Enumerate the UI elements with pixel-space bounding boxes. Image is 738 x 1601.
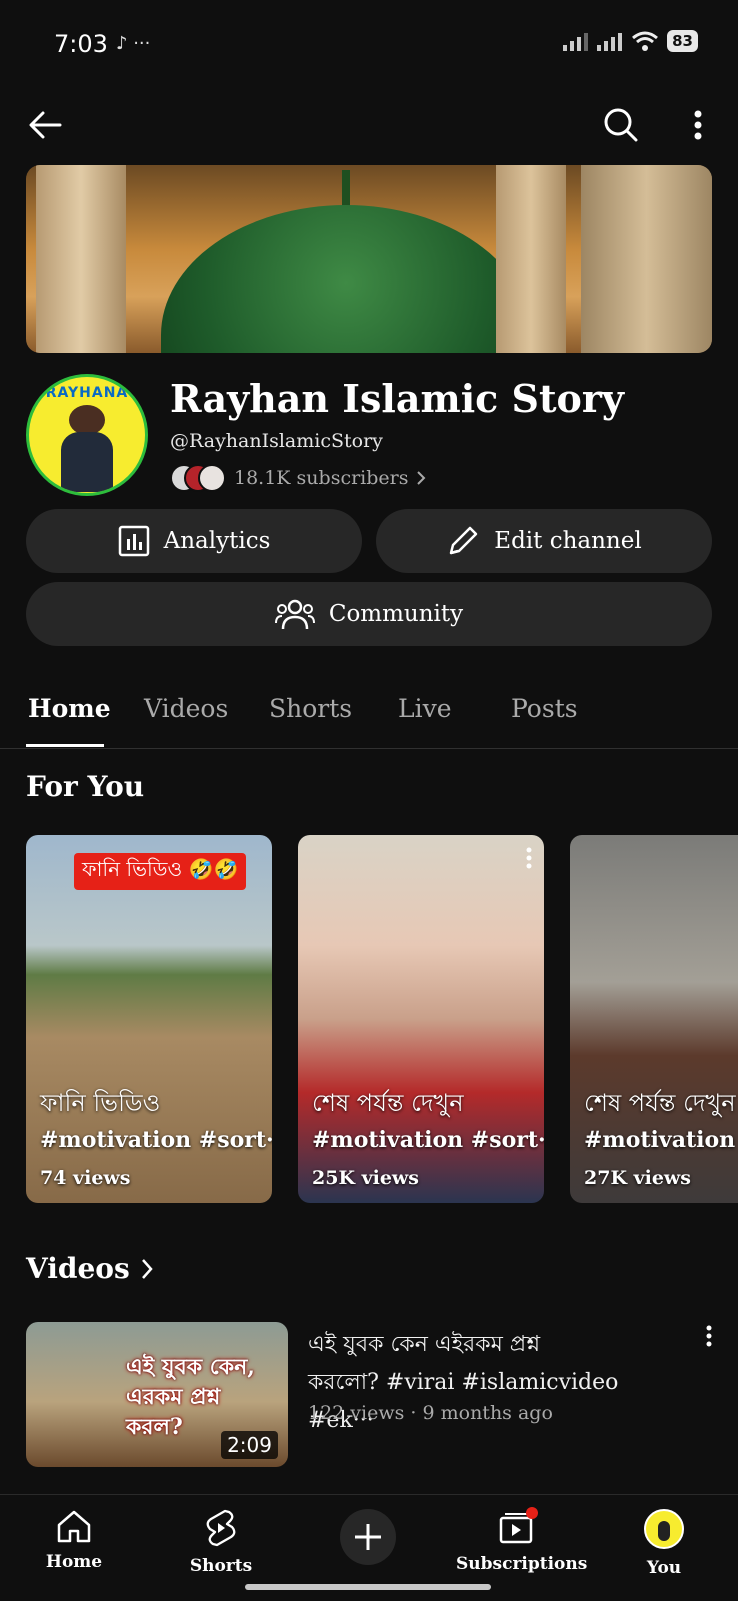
more-vert-icon[interactable]: [526, 847, 532, 869]
video-meta: 122 views · 9 months ago: [308, 1402, 553, 1424]
short-card[interactable]: শেষ পর্যন্ত দেখুন #motivation #sort··· 2…: [298, 835, 544, 1203]
videos-title: Videos: [26, 1252, 130, 1285]
pencil-icon: [450, 526, 478, 555]
arrow-left-icon: [29, 111, 62, 139]
short-title: শেষ পর্যন্ত দেখুন: [312, 1089, 464, 1117]
short-title: ফানি ভিডিও: [40, 1089, 161, 1117]
back-button[interactable]: [20, 100, 70, 150]
analytics-button[interactable]: Analytics: [26, 509, 362, 573]
nav-you[interactable]: You: [604, 1509, 724, 1578]
status-right: 83: [563, 30, 698, 52]
channel-handle: @RayhanIslamicStory: [170, 430, 383, 452]
short-views: 74 views: [40, 1167, 131, 1189]
notification-dot: [526, 1507, 538, 1519]
tab-shorts[interactable]: Shorts: [269, 694, 352, 723]
nav-subscriptions[interactable]: Subscriptions: [456, 1507, 587, 1574]
edit-channel-label: Edit channel: [494, 528, 642, 554]
top-bar: [0, 100, 738, 156]
status-bar: 7:03 ♪ ··· 83: [0, 0, 738, 90]
more-vert-icon: [706, 1325, 712, 1347]
tab-videos[interactable]: Videos: [144, 694, 228, 723]
short-badge: ফানি ভিডিও 🤣🤣: [74, 853, 247, 890]
chevron-right-icon: [141, 1258, 153, 1279]
you-avatar: [644, 1509, 684, 1549]
wifi-icon: [632, 31, 659, 51]
video-menu-button[interactable]: [706, 1325, 712, 1351]
plus-icon: [355, 1524, 381, 1550]
subscribers-link[interactable]: 18.1K subscribers: [170, 464, 426, 492]
short-tags: #motivation #sort···: [312, 1127, 544, 1153]
short-views: 25K views: [312, 1167, 419, 1189]
thumbnail-text: এই যুবক কেন, এরকম প্রশ্ন করল?: [126, 1354, 255, 1440]
tab-home[interactable]: Home: [28, 694, 111, 723]
channel-avatar[interactable]: RAYHANA: [26, 374, 148, 496]
for-you-title: For You: [26, 770, 145, 803]
chevron-right-icon: [417, 471, 426, 485]
signal-icon-2: [597, 33, 623, 51]
shorts-icon: [206, 1509, 236, 1547]
home-icon: [57, 1510, 91, 1543]
tab-live[interactable]: Live: [398, 694, 452, 723]
videos-section-link[interactable]: Videos: [26, 1252, 154, 1285]
search-icon: [604, 108, 638, 142]
community-icon: [274, 599, 315, 630]
create-button[interactable]: [340, 1509, 396, 1565]
edit-channel-button[interactable]: Edit channel: [376, 509, 712, 573]
channel-tabs: Home Videos Shorts Live Posts: [0, 682, 738, 749]
more-vert-icon: [694, 110, 702, 140]
subscriber-avatars: [170, 464, 226, 492]
short-tags: #motivation #sort···: [40, 1127, 272, 1153]
channel-name: Rayhan Islamic Story: [170, 376, 624, 421]
more-button[interactable]: [673, 100, 723, 150]
subscriber-count: 18.1K subscribers: [234, 467, 409, 489]
search-button[interactable]: [596, 100, 646, 150]
analytics-label: Analytics: [163, 528, 271, 554]
short-title: শেষ পর্যন্ত দেখুন: [584, 1089, 736, 1117]
nav-shorts[interactable]: Shorts: [161, 1509, 281, 1576]
signal-icon: [563, 33, 589, 51]
community-button[interactable]: Community: [26, 582, 712, 646]
video-duration: 2:09: [221, 1431, 278, 1459]
battery-indicator: 83: [667, 30, 698, 52]
avatar-text: RAYHANA: [45, 385, 129, 401]
video-thumbnail[interactable]: এই যুবক কেন, এরকম প্রশ্ন করল? 2:09: [26, 1322, 288, 1467]
short-card[interactable]: ফানি ভিডিও 🤣🤣 ফানি ভিডিও #motivation #so…: [26, 835, 272, 1203]
channel-banner: [26, 165, 712, 353]
home-indicator: [245, 1584, 491, 1590]
analytics-icon: [118, 525, 149, 557]
nav-home[interactable]: Home: [14, 1509, 134, 1572]
community-label: Community: [328, 601, 464, 627]
active-tab-indicator: [26, 744, 104, 747]
status-notification-icons: ♪ ···: [116, 33, 151, 54]
short-tags: #motivation #: [584, 1127, 738, 1153]
short-views: 27K views: [584, 1167, 691, 1189]
short-card[interactable]: শেষ পর্যন্ত দেখুন #motivation # 27K view…: [570, 835, 738, 1203]
status-time: 7:03: [54, 30, 108, 58]
tab-posts[interactable]: Posts: [511, 694, 578, 723]
